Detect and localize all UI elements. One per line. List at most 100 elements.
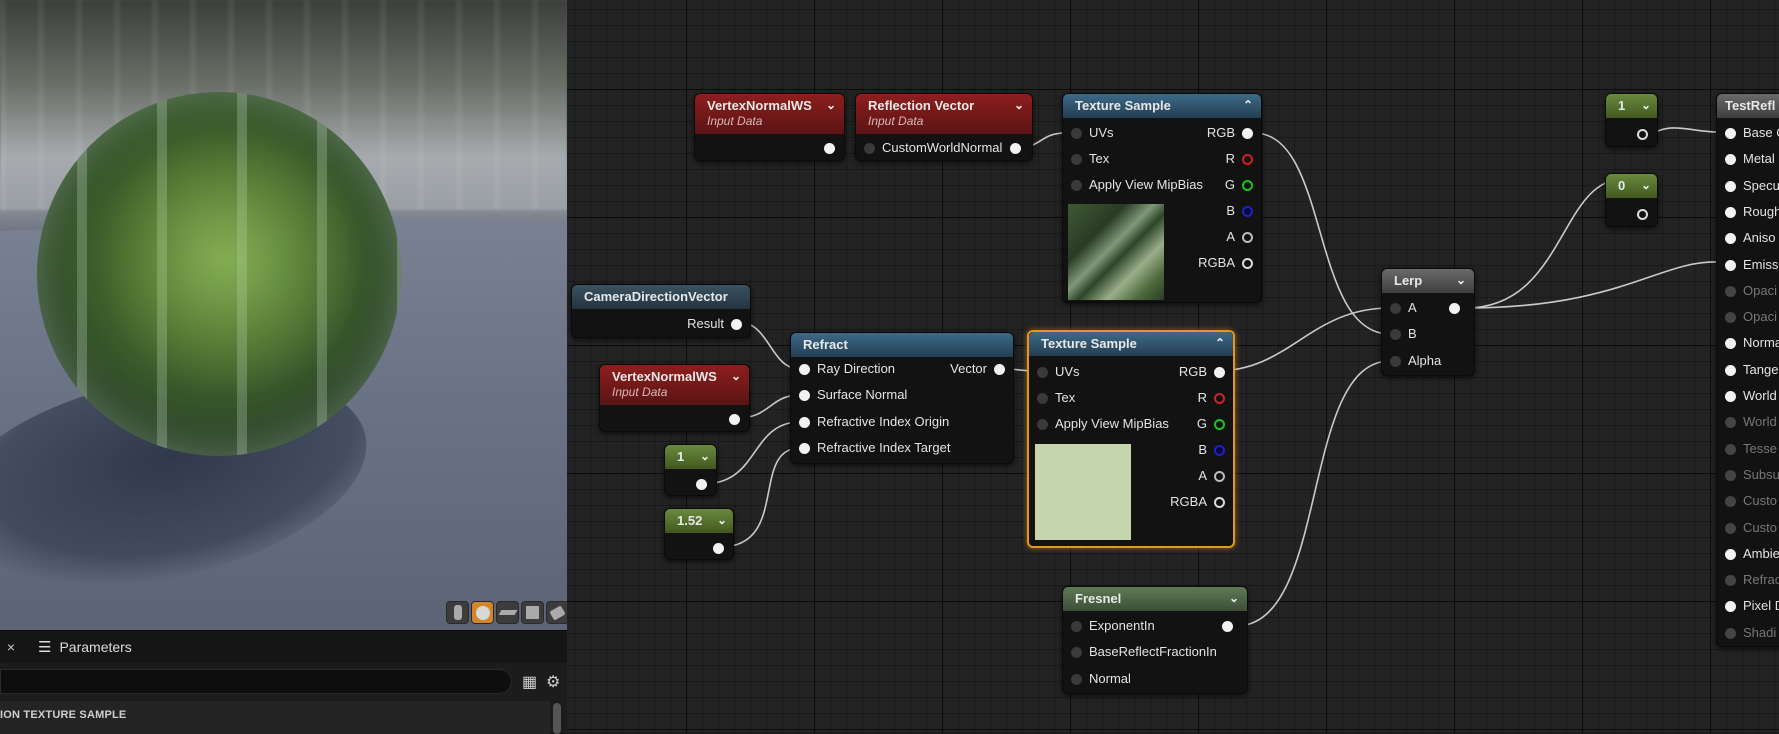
input-pin[interactable] xyxy=(1725,128,1736,139)
preview-viewport[interactable] xyxy=(0,0,567,630)
input-pin[interactable] xyxy=(1725,417,1736,429)
node-refract[interactable]: Refract Ray Direction Surface Normal Ref… xyxy=(790,332,1014,464)
chevron-up-icon[interactable]: ⌃ xyxy=(1215,336,1225,350)
input-pin[interactable] xyxy=(1725,469,1736,481)
output-pin[interactable] xyxy=(1242,128,1253,139)
input-pin[interactable] xyxy=(1725,443,1736,455)
input-pin[interactable] xyxy=(1725,522,1736,534)
output-pin-b[interactable] xyxy=(1214,445,1225,456)
output-pin[interactable] xyxy=(696,479,707,490)
input-pin[interactable] xyxy=(1725,548,1736,560)
chevron-down-icon[interactable]: ⌄ xyxy=(1456,273,1466,287)
node-vertex-normal-ws-2[interactable]: VertexNormalWS Input Data ⌄ xyxy=(599,364,750,432)
input-pin[interactable] xyxy=(799,364,810,375)
output-pin[interactable] xyxy=(1010,143,1021,154)
node-vertex-normal-ws-1[interactable]: VertexNormalWS Input Data ⌄ xyxy=(694,93,845,161)
input-pin[interactable] xyxy=(1390,356,1401,367)
input-pin[interactable] xyxy=(1725,391,1736,402)
node-constant-b[interactable]: 0 ⌄ xyxy=(1605,173,1658,227)
output-pin[interactable] xyxy=(713,543,724,554)
input-pin[interactable] xyxy=(1071,154,1082,165)
node-header[interactable]: Reflection Vector Input Data ⌄ xyxy=(856,94,1032,134)
input-pin[interactable] xyxy=(1071,647,1082,658)
node-header[interactable]: VertexNormalWS Input Data ⌄ xyxy=(695,94,844,134)
input-pin[interactable] xyxy=(1725,627,1736,639)
input-pin[interactable] xyxy=(1725,285,1736,297)
input-pin[interactable] xyxy=(799,417,810,428)
input-pin[interactable] xyxy=(1725,154,1736,166)
input-pin[interactable] xyxy=(1725,206,1736,218)
output-pin-a[interactable] xyxy=(1242,232,1253,243)
node-constant-1[interactable]: 1 ⌄ xyxy=(664,444,717,496)
chevron-down-icon[interactable]: ⌄ xyxy=(700,449,710,463)
input-pin[interactable] xyxy=(1071,621,1082,632)
node-header[interactable]: 1 ⌄ xyxy=(665,445,716,469)
node-constant-1-52[interactable]: 1.52 ⌄ xyxy=(664,508,734,560)
node-header[interactable]: Texture Sample ⌃ xyxy=(1063,94,1261,118)
output-pin[interactable] xyxy=(731,319,742,330)
input-pin[interactable] xyxy=(1071,128,1082,139)
chevron-down-icon[interactable]: ⌄ xyxy=(1229,591,1239,605)
custom-mesh-icon[interactable] xyxy=(546,601,567,624)
node-header[interactable]: 1 ⌄ xyxy=(1606,94,1657,118)
cylinder-icon[interactable] xyxy=(446,601,469,624)
input-pin[interactable] xyxy=(1725,180,1736,192)
input-pin[interactable] xyxy=(1725,601,1736,613)
search-input[interactable] xyxy=(0,669,512,694)
table-view-icon[interactable]: ▦ xyxy=(522,672,537,692)
node-header[interactable]: 0 ⌄ xyxy=(1606,174,1657,198)
input-pin[interactable] xyxy=(799,390,810,401)
input-pin[interactable] xyxy=(1725,364,1736,376)
chevron-down-icon[interactable]: ⌄ xyxy=(1641,98,1651,112)
input-pin[interactable] xyxy=(1037,393,1048,404)
input-pin[interactable] xyxy=(799,443,810,454)
scrollbar[interactable] xyxy=(553,703,561,734)
cube-icon[interactable] xyxy=(521,601,544,624)
chevron-down-icon[interactable]: ⌄ xyxy=(1014,98,1024,112)
input-pin[interactable] xyxy=(1037,367,1048,378)
chevron-down-icon[interactable]: ⌄ xyxy=(731,369,741,383)
node-header[interactable]: CameraDirectionVector xyxy=(572,285,750,309)
input-pin[interactable] xyxy=(1725,575,1736,587)
output-pin[interactable] xyxy=(1222,621,1233,632)
output-pin-g[interactable] xyxy=(1214,419,1225,430)
node-reflection-vector[interactable]: Reflection Vector Input Data ⌄ CustomWor… xyxy=(855,93,1033,161)
input-pin[interactable] xyxy=(1725,496,1736,508)
sphere-icon[interactable] xyxy=(471,601,494,624)
input-pin[interactable] xyxy=(1725,312,1736,324)
output-pin[interactable] xyxy=(994,364,1005,375)
node-header[interactable]: 1.52 ⌄ xyxy=(665,509,733,533)
chevron-down-icon[interactable]: ⌄ xyxy=(1641,178,1651,192)
node-lerp[interactable]: Lerp ⌄ A B Alpha xyxy=(1381,268,1475,376)
input-pin[interactable] xyxy=(1725,259,1736,271)
gear-icon[interactable]: ⚙ xyxy=(546,672,560,692)
node-fresnel[interactable]: Fresnel ⌄ ExponentIn BaseReflectFraction… xyxy=(1062,586,1248,694)
output-pin-b[interactable] xyxy=(1242,206,1253,217)
node-texture-sample-2[interactable]: Texture Sample ⌃ UVs Tex Apply View MipB… xyxy=(1027,330,1235,548)
output-pin[interactable] xyxy=(824,143,835,154)
output-pin[interactable] xyxy=(1637,209,1648,220)
chevron-down-icon[interactable]: ⌄ xyxy=(826,98,836,112)
section-header[interactable]: ION TEXTURE SAMPLE xyxy=(0,701,550,734)
plane-icon[interactable] xyxy=(496,601,519,624)
node-camera-direction-vector[interactable]: CameraDirectionVector Result xyxy=(571,284,751,338)
input-pin[interactable] xyxy=(1390,303,1401,314)
output-pin-g[interactable] xyxy=(1242,180,1253,191)
node-header[interactable]: Texture Sample ⌃ xyxy=(1029,332,1233,356)
close-tab-button[interactable]: × xyxy=(0,639,22,655)
input-pin[interactable] xyxy=(864,143,875,154)
node-header[interactable]: Refract xyxy=(791,333,1013,357)
output-pin-rgba[interactable] xyxy=(1214,497,1225,508)
node-header[interactable]: Fresnel ⌄ xyxy=(1063,587,1247,611)
output-pin[interactable] xyxy=(1449,303,1460,314)
node-material-result[interactable]: TestRefl Base C Metal Specu Rough Aniso Emiss… xyxy=(1716,93,1779,647)
output-pin-r[interactable] xyxy=(1242,154,1253,165)
output-pin-r[interactable] xyxy=(1214,393,1225,404)
node-header[interactable]: Lerp ⌄ xyxy=(1382,269,1474,293)
node-header[interactable]: VertexNormalWS Input Data ⌄ xyxy=(600,365,749,405)
chevron-up-icon[interactable]: ⌃ xyxy=(1243,98,1253,112)
chevron-down-icon[interactable]: ⌄ xyxy=(717,513,727,527)
node-texture-sample-1[interactable]: Texture Sample ⌃ UVs Tex Apply View MipB… xyxy=(1062,93,1262,303)
input-pin[interactable] xyxy=(1071,674,1082,685)
node-constant-a[interactable]: 1 ⌄ xyxy=(1605,93,1658,147)
